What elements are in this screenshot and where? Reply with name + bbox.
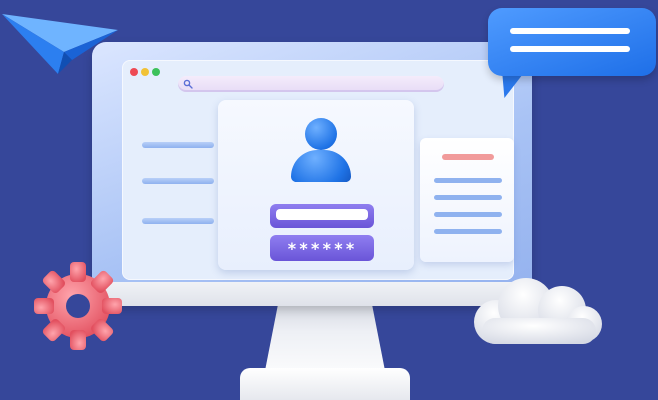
info-card-line bbox=[434, 212, 502, 217]
info-card-line bbox=[434, 229, 502, 234]
chat-bubble-line bbox=[510, 28, 630, 34]
info-card-header-line bbox=[442, 154, 494, 160]
info-card-line bbox=[434, 178, 502, 183]
sidebar-line bbox=[142, 178, 214, 184]
address-bar[interactable] bbox=[178, 76, 444, 92]
window-minimize-dot[interactable] bbox=[141, 68, 149, 76]
info-card-line bbox=[434, 195, 502, 200]
chat-bubble-icon bbox=[488, 8, 656, 76]
window-maximize-dot[interactable] bbox=[152, 68, 160, 76]
gear-icon bbox=[34, 262, 122, 350]
sidebar-line bbox=[142, 218, 214, 224]
paper-plane-icon bbox=[2, 14, 118, 74]
search-icon bbox=[183, 79, 193, 89]
chat-bubble-line bbox=[510, 46, 630, 52]
monitor-base bbox=[240, 368, 410, 400]
sidebar-line bbox=[142, 142, 214, 148]
window-close-dot[interactable] bbox=[130, 68, 138, 76]
user-icon bbox=[305, 118, 337, 150]
username-input-area[interactable] bbox=[276, 209, 368, 220]
cloud-icon bbox=[474, 278, 602, 344]
password-field[interactable]: ****** bbox=[270, 235, 374, 261]
